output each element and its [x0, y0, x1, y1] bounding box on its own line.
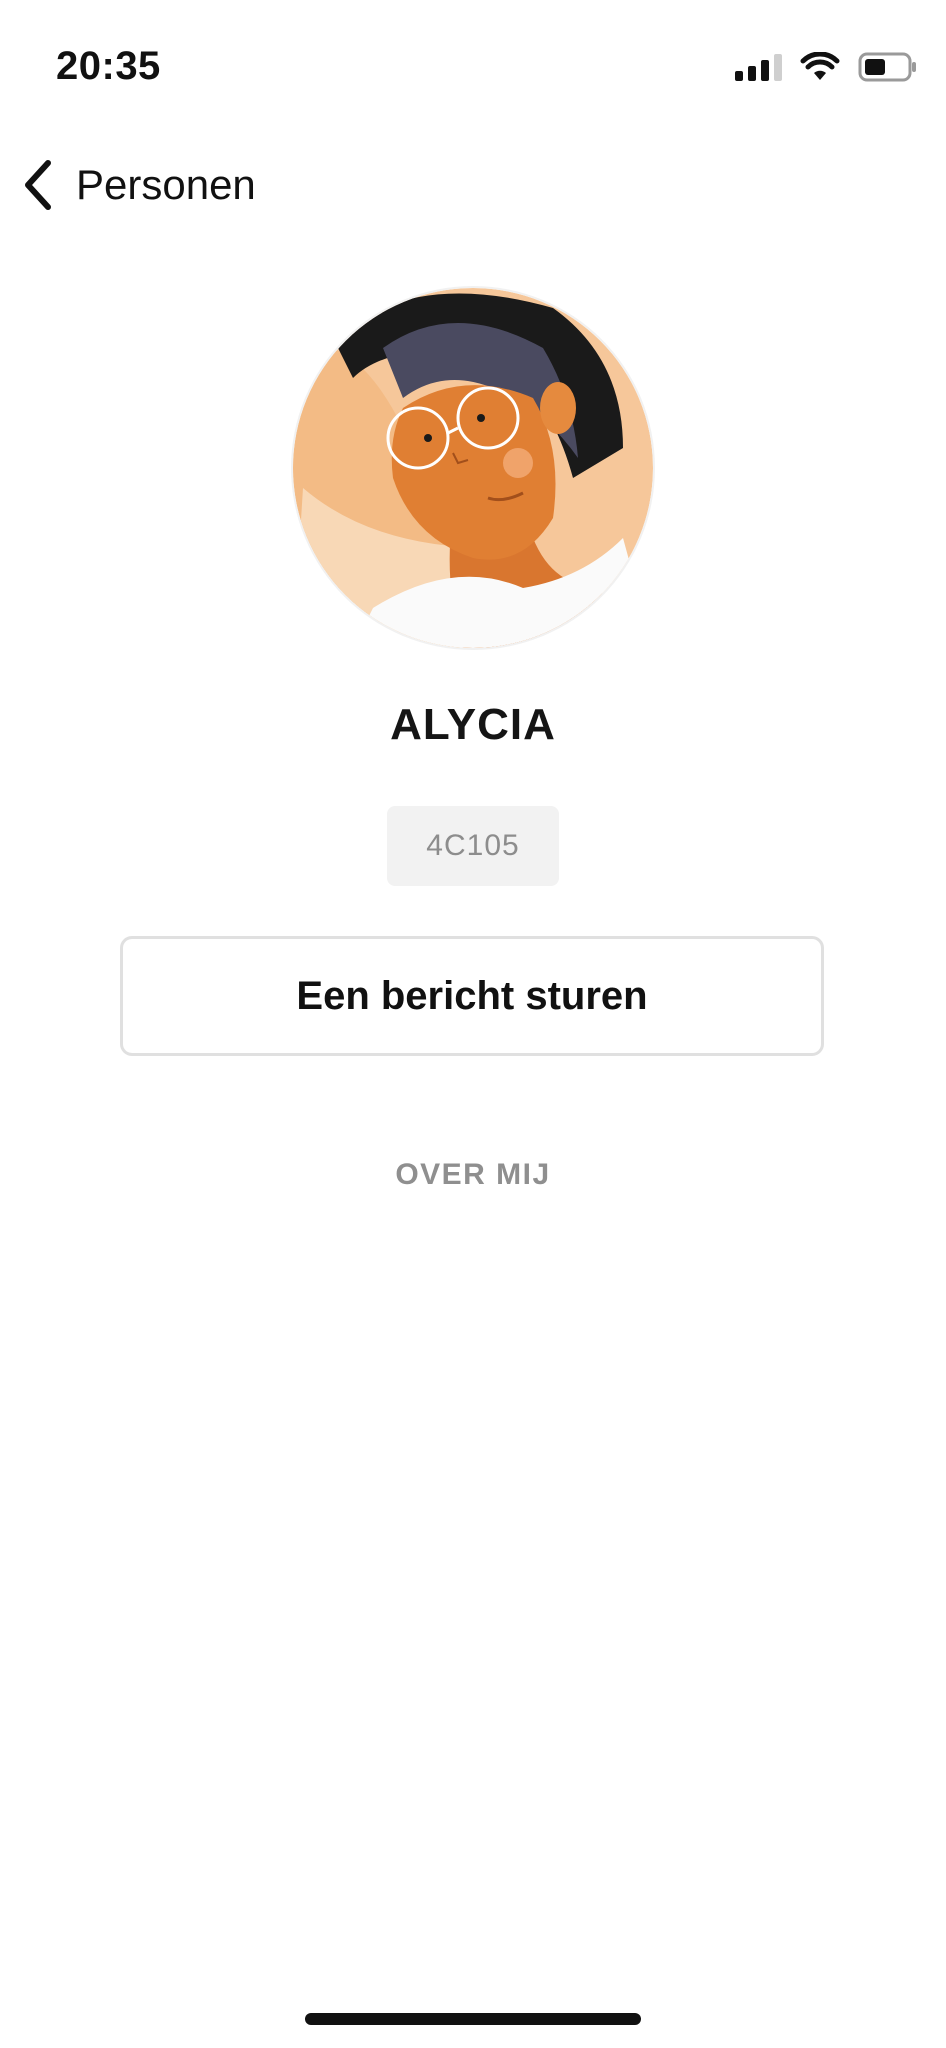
about-me-heading: OVER MIJ	[395, 1158, 551, 1191]
avatar	[293, 288, 653, 648]
status-bar: 20:35	[0, 0, 946, 140]
battery-icon	[858, 52, 916, 82]
wifi-icon	[800, 52, 840, 80]
status-icons	[735, 52, 918, 82]
home-indicator	[305, 2013, 641, 2025]
chevron-left-icon	[25, 160, 51, 210]
back-button[interactable]: Personen	[18, 150, 256, 220]
back-button-label: Personen	[76, 161, 256, 208]
room-badge: 4C105	[387, 806, 559, 886]
person-avatar-illustration	[293, 288, 653, 648]
signal-icon	[735, 53, 782, 81]
status-time: 20:35	[56, 44, 161, 88]
person-name: ALYCIA	[390, 700, 556, 749]
send-message-button[interactable]: Een bericht sturen	[120, 936, 824, 1056]
